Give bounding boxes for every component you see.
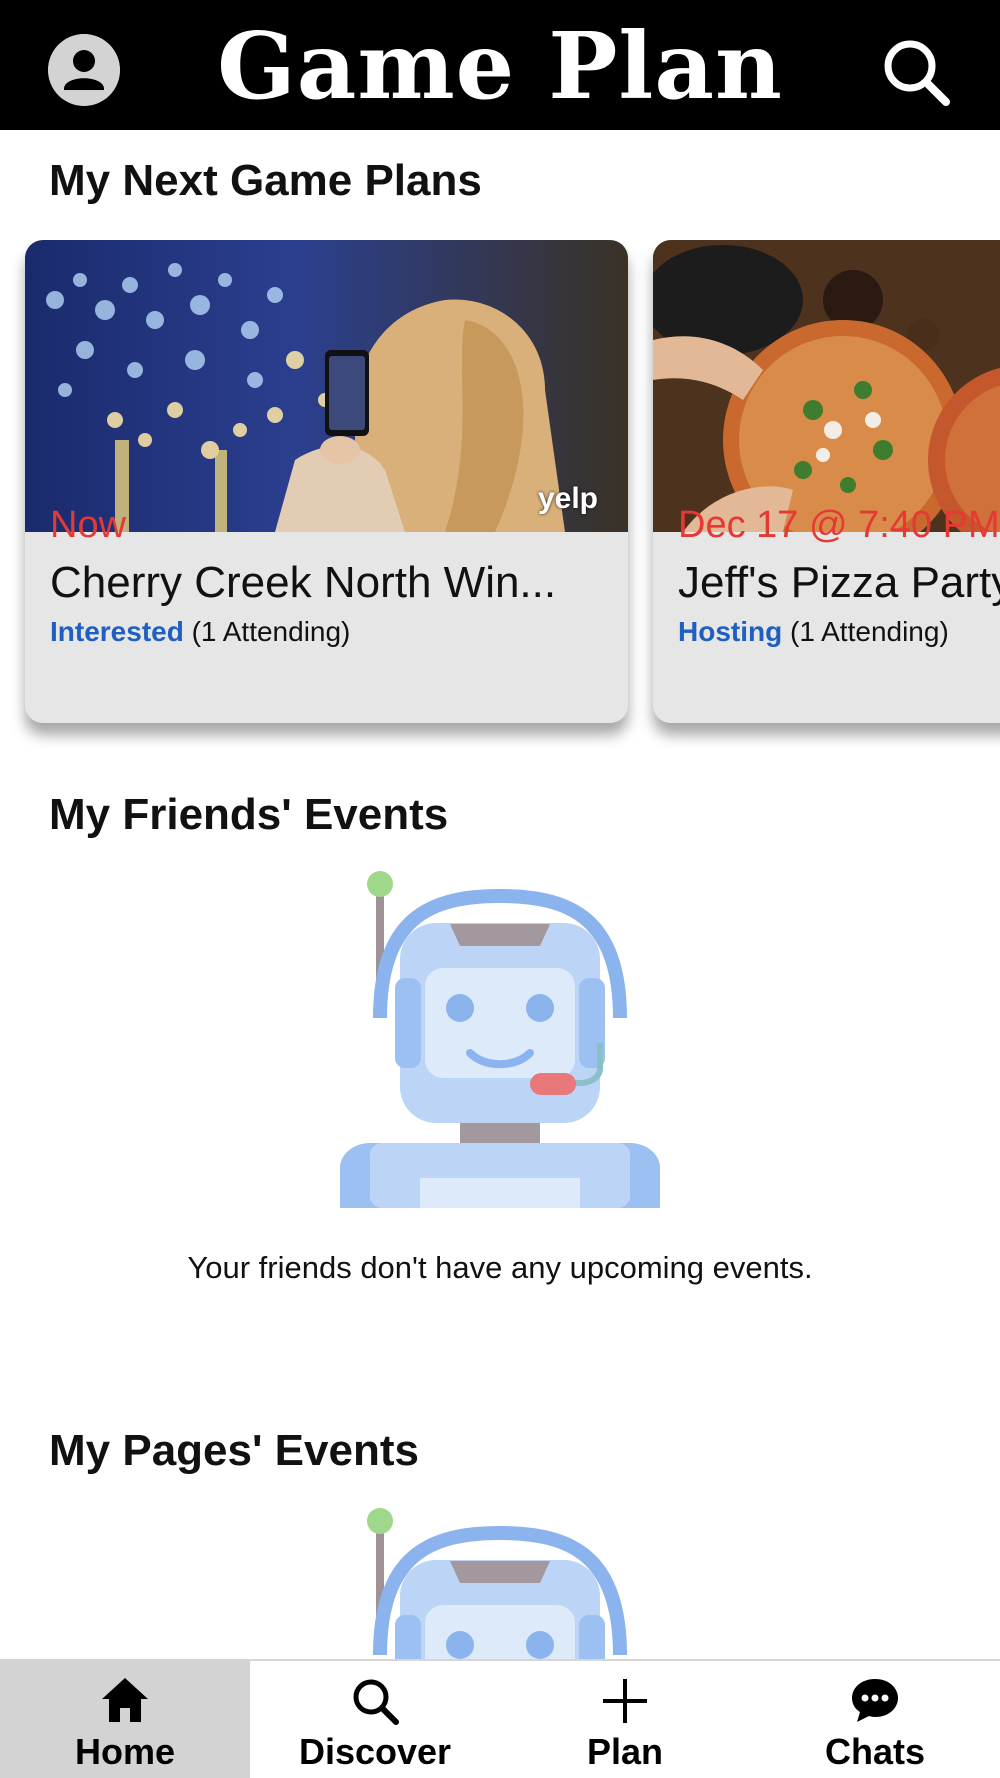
- home-icon: [102, 1678, 148, 1722]
- event-time: Now: [50, 504, 127, 546]
- search-icon: [884, 40, 950, 106]
- event-title: Cherry Creek North Win...: [50, 558, 557, 607]
- nav-plan[interactable]: Plan: [500, 1661, 750, 1778]
- nav-label: Home: [74, 1731, 176, 1772]
- app-header: Game Plan: [0, 0, 1000, 130]
- event-status: Hosting (1 Attending): [678, 616, 949, 648]
- event-photo: [653, 240, 1000, 532]
- friends-events-empty-message: Your friends don't have any upcoming eve…: [187, 1250, 813, 1285]
- nav-discover[interactable]: Discover: [250, 1661, 500, 1778]
- yelp-badge: yelp: [537, 482, 598, 515]
- app-title: Game Plan: [217, 12, 783, 120]
- robot-illustration: [367, 1508, 627, 1665]
- search-button[interactable]: [878, 34, 954, 110]
- nav-label: Discover: [298, 1731, 452, 1772]
- nav-chats[interactable]: Chats: [750, 1661, 1000, 1778]
- game-plans-carousel[interactable]: yelp Now Cherry Creek North Win... Inter…: [0, 240, 1000, 760]
- home-screen: Game Plan My Next Game Plans yelp Now Ch…: [0, 0, 1000, 1778]
- attending-count: (1 Attending): [191, 616, 351, 647]
- nav-label: Chats: [824, 1731, 926, 1772]
- bottom-nav-bar: Home Discover Plan Chats: [0, 1659, 1000, 1778]
- section-title-pages-events: My Pages' Events: [49, 1426, 419, 1475]
- nav-home[interactable]: Home: [0, 1661, 250, 1778]
- event-status: Interested (1 Attending): [50, 616, 350, 648]
- chat-bubble-icon: [852, 1679, 898, 1722]
- event-title: Jeff's Pizza Party: [678, 558, 1000, 607]
- robot-illustration: [340, 871, 660, 1208]
- section-title-friends-events: My Friends' Events: [49, 790, 449, 839]
- rsvp-status: Interested: [50, 616, 184, 647]
- game-plan-card[interactable]: yelp Now Cherry Creek North Win... Inter…: [25, 240, 628, 723]
- event-photo: yelp: [25, 240, 628, 532]
- nav-label: Plan: [586, 1731, 664, 1772]
- game-plan-card[interactable]: Dec 17 @ 7:40 PM Jeff's Pizza Party Host…: [653, 240, 1000, 723]
- plus-icon: [603, 1679, 647, 1723]
- attending-count: (1 Attending): [790, 616, 949, 647]
- section-title-next-plans: My Next Game Plans: [49, 156, 482, 205]
- search-icon: [353, 1679, 399, 1725]
- event-time: Dec 17 @ 7:40 PM: [678, 504, 1000, 546]
- rsvp-status: Hosting: [678, 616, 783, 647]
